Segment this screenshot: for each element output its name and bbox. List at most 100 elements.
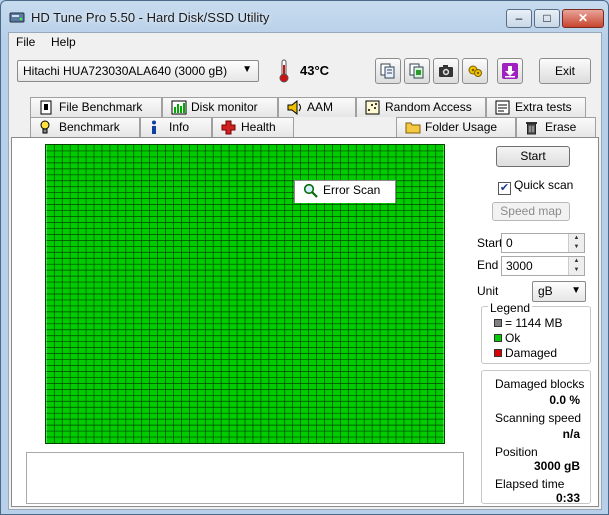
start-label: Start [477, 236, 503, 250]
maximize-button[interactable]: □ [534, 9, 560, 28]
tab-random-access[interactable]: Random Access [356, 97, 486, 117]
magnifier-icon [303, 183, 318, 198]
tab-label: Benchmark [59, 120, 120, 134]
tab-benchmark[interactable]: Benchmark [30, 117, 140, 137]
tab-label: Folder Usage [425, 120, 498, 134]
unit-label: Unit [477, 284, 499, 298]
tab-label: AAM [307, 100, 334, 114]
elapsed-time-value: 0:33 [555, 491, 580, 505]
hdtune-app-icon [9, 12, 25, 23]
copy-text-icon [409, 63, 424, 79]
copy-info-button[interactable] [375, 58, 401, 84]
tab-extra-tests[interactable]: Extra tests [486, 97, 586, 117]
main-client-area: File Help Hitachi HUA723030ALA640 (3000 … [8, 32, 602, 510]
drive-select-value: Hitachi HUA723030ALA640 (3000 gB) [23, 64, 228, 78]
quick-scan-checkbox[interactable]: ✔ Quick scan [498, 178, 573, 195]
elapsed-time-label: Elapsed time [495, 477, 565, 491]
end-label: End [477, 258, 499, 272]
drive-select[interactable]: Hitachi HUA723030ALA640 (3000 gB) ▼ [17, 60, 259, 82]
scanning-speed-label: Scanning speed [495, 411, 582, 425]
chevron-down-icon: ▼ [571, 285, 581, 296]
thermometer-icon [279, 59, 289, 83]
spin-down-icon[interactable]: ▼ [569, 243, 584, 252]
checkmark-icon: ✔ [498, 182, 511, 195]
menu-file-label: File [16, 35, 36, 49]
legend-box: Legend = 1144 MB Ok Damaged [481, 301, 591, 364]
end-value: 3000 [506, 259, 533, 273]
legend-item-damaged: Damaged [494, 346, 557, 360]
menu-help[interactable]: Help [51, 35, 76, 49]
red-swatch-icon [494, 349, 502, 357]
toolbar: Hitachi HUA723030ALA640 (3000 gB) ▼ 43°C [9, 53, 601, 89]
options-icon [468, 65, 482, 77]
minimize-button[interactable]: – [506, 9, 532, 28]
menu-file[interactable]: File [16, 35, 35, 49]
tab-erase[interactable]: Erase [516, 117, 596, 137]
tab-disk-monitor[interactable]: Disk monitor [162, 97, 278, 117]
tab-folder-usage[interactable]: Folder Usage [396, 117, 516, 137]
file-benchmark-icon [40, 100, 52, 115]
close-button[interactable]: ✕ [562, 9, 604, 28]
gray-swatch-icon [494, 319, 502, 327]
tab-label: Health [241, 120, 276, 134]
info-icon [152, 120, 156, 134]
tab-label: Error Scan [323, 183, 381, 197]
tab-error-scan[interactable]: Error Scan [294, 180, 396, 203]
unit-value: gB [538, 284, 553, 298]
scanning-speed-value: n/a [562, 427, 580, 441]
camera-icon [439, 65, 453, 77]
lightbulb-icon [40, 120, 50, 134]
spin-up-icon[interactable]: ▲ [569, 234, 584, 243]
save-button[interactable] [497, 58, 523, 84]
tab-label: Extra tests [515, 100, 572, 114]
start-scan-button[interactable]: Start [496, 146, 570, 167]
title-bar[interactable]: HD Tune Pro 5.50 - Hard Disk/SSD Utility… [1, 1, 608, 33]
legend-title: Legend [488, 301, 533, 315]
legend-item-block-size: = 1144 MB [494, 316, 562, 330]
tab-label: Disk monitor [191, 100, 258, 114]
chevron-down-icon: ▼ [242, 64, 252, 75]
trash-icon [526, 122, 537, 135]
screenshot-button[interactable] [433, 58, 459, 84]
tab-label: Info [169, 120, 190, 134]
legend-label: = 1144 MB [505, 316, 563, 330]
start-spinbox[interactable]: 0 ▲ ▼ [501, 233, 585, 253]
options-button[interactable] [462, 58, 488, 84]
download-arrow-icon [502, 63, 518, 79]
spin-down-icon[interactable]: ▼ [569, 266, 584, 275]
app-window: HD Tune Pro 5.50 - Hard Disk/SSD Utility… [0, 0, 609, 515]
tab-info[interactable]: Info [140, 117, 212, 137]
damaged-blocks-label: Damaged blocks [495, 377, 585, 391]
menu-bar: File Help [9, 33, 601, 51]
spin-up-icon[interactable]: ▲ [569, 257, 584, 266]
tab-file-benchmark[interactable]: File Benchmark [30, 97, 162, 117]
quick-scan-label: Quick scan [514, 178, 574, 192]
speed-map-button[interactable]: Speed map [492, 202, 570, 221]
scan-stats-box: Damaged blocks 0.0 % Scanning speed n/a … [481, 370, 591, 505]
end-spinbox[interactable]: 3000 ▲ ▼ [501, 256, 585, 276]
green-swatch-icon [494, 334, 502, 342]
legend-label: Damaged [505, 346, 558, 360]
spin-buttons: ▲ ▼ [568, 234, 584, 252]
window-title: HD Tune Pro 5.50 - Hard Disk/SSD Utility [31, 10, 270, 25]
tab-bar: File Benchmark Disk monitor AAM Random A… [9, 97, 601, 203]
exit-button[interactable]: Exit [539, 58, 591, 84]
legend-item-ok: Ok [494, 331, 520, 345]
legend-label: Ok [505, 331, 521, 345]
tab-label: Erase [545, 120, 577, 134]
tab-health[interactable]: Health [212, 117, 294, 137]
scan-log[interactable] [26, 452, 464, 504]
spin-buttons: ▲ ▼ [568, 257, 584, 275]
damaged-blocks-value: 0.0 % [549, 393, 580, 407]
folder-icon [405, 122, 421, 134]
health-cross-icon [221, 120, 236, 135]
unit-select[interactable]: gB ▼ [532, 281, 586, 302]
start-value: 0 [506, 236, 513, 250]
tab-aam[interactable]: AAM [278, 97, 356, 117]
temperature-readout: 43°C [300, 63, 330, 78]
copy-text-button[interactable] [404, 58, 430, 84]
random-access-icon [365, 100, 380, 115]
tab-label: Random Access [385, 100, 472, 114]
tab-label: File Benchmark [59, 100, 143, 114]
position-label: Position [495, 445, 538, 459]
